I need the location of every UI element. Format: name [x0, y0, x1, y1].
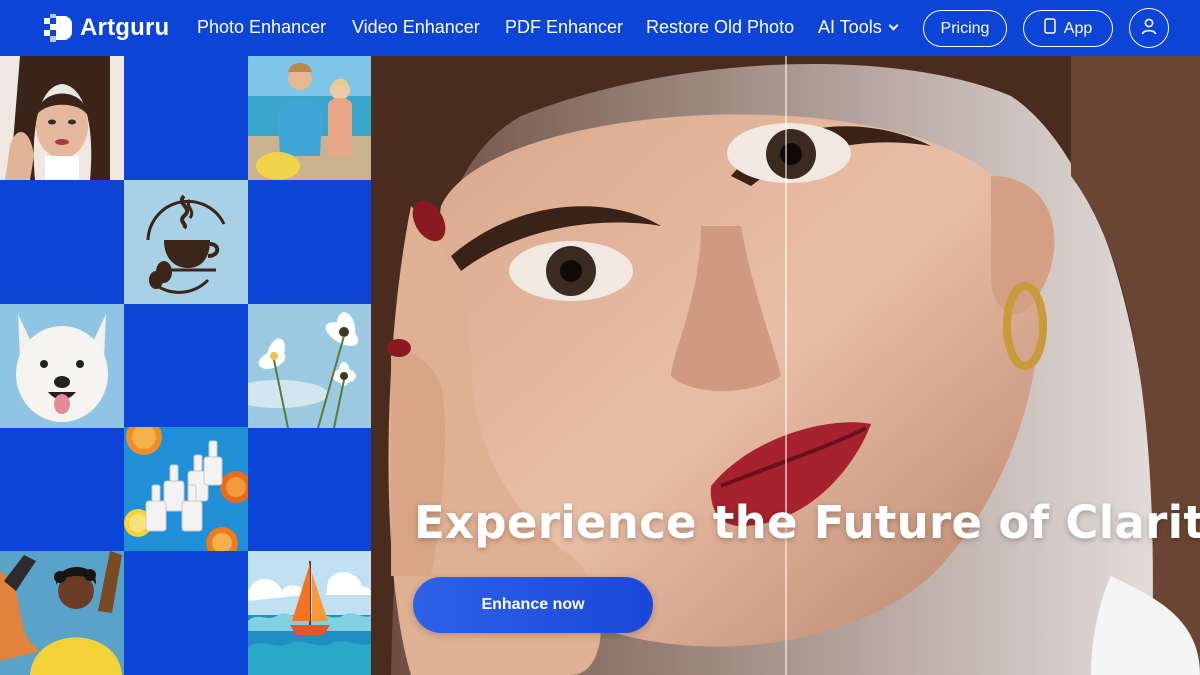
phone-icon — [1044, 18, 1056, 39]
pricing-button[interactable]: Pricing — [923, 10, 1007, 47]
account-button[interactable] — [1129, 8, 1169, 48]
nav-pdf-enhancer[interactable]: PDF Enhancer — [505, 17, 623, 38]
blue-tile — [124, 56, 248, 180]
sample-coffee-logo-image — [124, 180, 248, 304]
blue-tile — [124, 304, 248, 428]
sample-nail-polish-product-image — [124, 427, 248, 551]
user-icon — [1140, 17, 1158, 40]
app-button-label: App — [1063, 19, 1093, 37]
app-button[interactable]: App — [1023, 10, 1113, 47]
compare-slider-handle[interactable] — [785, 56, 787, 675]
brand-logo[interactable]: Artguru — [44, 14, 169, 42]
blue-tile — [248, 180, 372, 304]
brand-name: Artguru — [80, 14, 170, 41]
nav-video-enhancer[interactable]: Video Enhancer — [352, 17, 480, 38]
chevron-down-icon — [888, 20, 899, 31]
logo-icon — [44, 14, 72, 42]
nav-ai-tools-label: AI Tools — [818, 17, 882, 37]
nav-ai-tools[interactable]: AI Tools — [818, 17, 899, 38]
sample-skater-boy-image — [0, 551, 124, 675]
sample-portrait-woman-image — [0, 56, 124, 180]
nav-restore-old-photo[interactable]: Restore Old Photo — [646, 17, 794, 38]
blue-tile — [124, 551, 248, 675]
sample-beach-family-image — [248, 56, 372, 180]
blue-tile — [0, 427, 124, 551]
sample-white-dog-image — [0, 304, 124, 428]
sample-white-flowers-image — [248, 304, 372, 428]
enhance-now-button[interactable]: Enhance now — [413, 577, 653, 633]
hero-headline: Experience the Future of Clarity — [414, 496, 1200, 549]
top-nav-bar: Artguru Photo Enhancer Video Enhancer PD… — [0, 0, 1200, 56]
blue-tile — [248, 427, 372, 551]
pricing-button-label: Pricing — [940, 19, 990, 37]
nav-photo-enhancer[interactable]: Photo Enhancer — [197, 17, 326, 38]
sample-sailboat-illustration-image — [248, 551, 372, 675]
blue-tile — [0, 180, 124, 304]
